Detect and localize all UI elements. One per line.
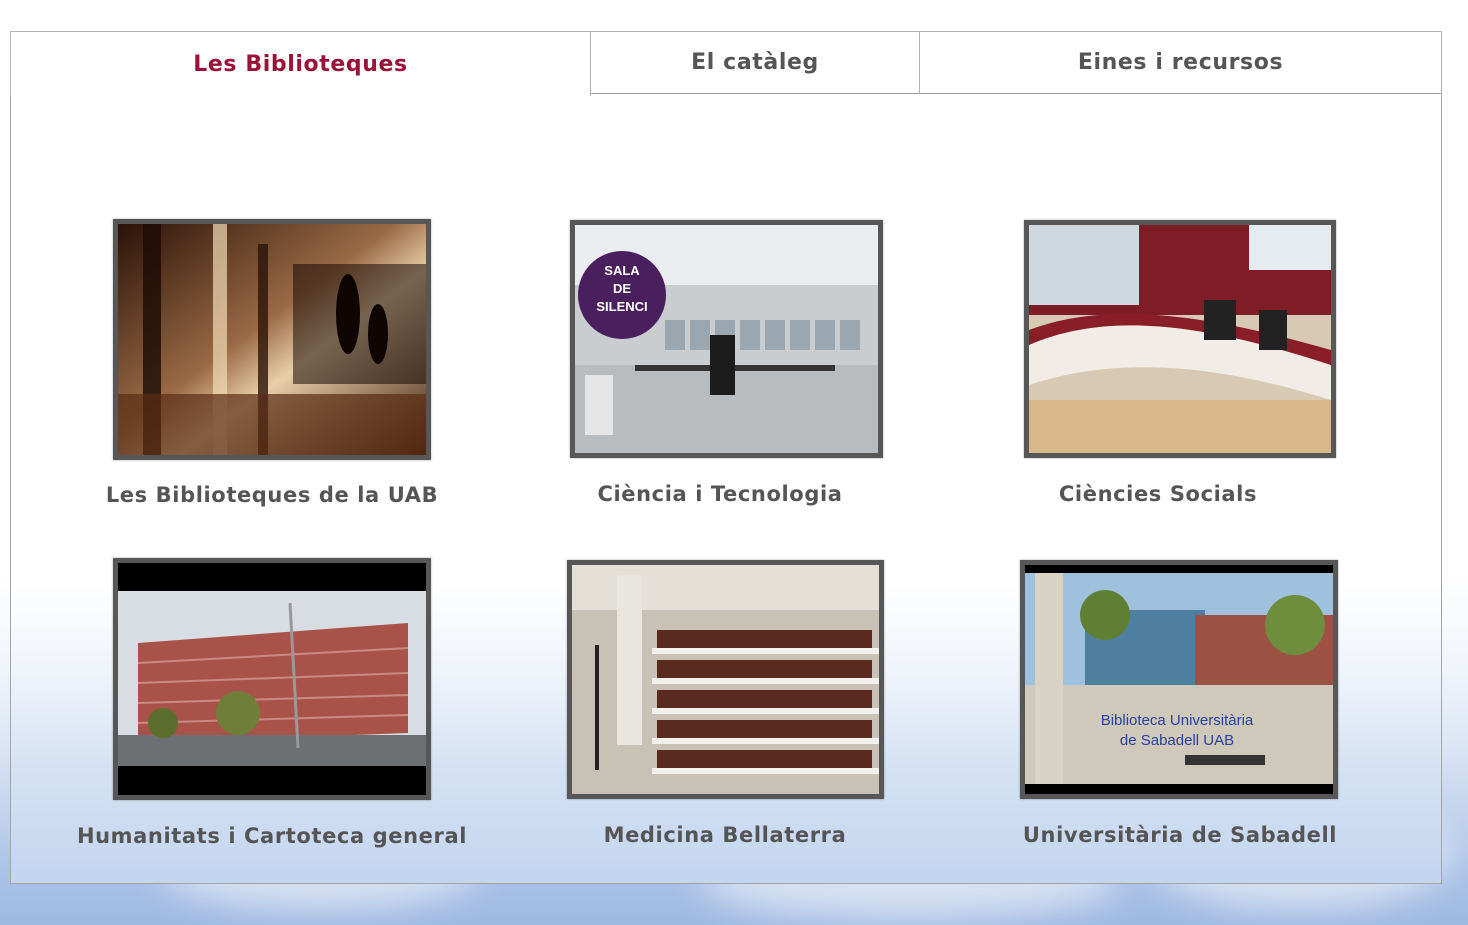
sabadell-overlay-line-2: de Sabadell UAB (1120, 732, 1234, 749)
library-caption-humanitats[interactable]: Humanitats i Cartoteca general (77, 824, 467, 848)
silence-sign-line-2: DE (613, 281, 631, 296)
library-photo-medicina[interactable] (567, 560, 884, 799)
library-photo-uab[interactable] (113, 219, 431, 460)
library-caption-ciencies-socials[interactable]: Ciències Socials (1059, 482, 1257, 506)
library-caption-ciencia-tecnologia[interactable]: Ciència i Tecnologia (597, 482, 842, 506)
silence-sign-line-3: SILENCI (596, 299, 647, 314)
silence-sign-line-1: SALA (604, 263, 640, 278)
library-photo-sabadell[interactable]: Biblioteca Universitària de Sabadell UAB (1020, 560, 1338, 799)
library-photo-ciencies-socials[interactable] (1024, 220, 1336, 458)
tab-el-cataleg[interactable]: El catàleg (590, 31, 920, 95)
library-photo-ciencia-tecnologia[interactable]: SALA DE SILENCI (570, 220, 883, 458)
library-caption-medicina[interactable]: Medicina Bellaterra (604, 823, 847, 847)
tab-les-biblioteques[interactable]: Les Biblioteques (10, 31, 591, 96)
tab-bar: Les Biblioteques El catàleg Eines i recu… (10, 31, 1442, 96)
library-caption-sabadell[interactable]: Universitària de Sabadell (1023, 823, 1337, 847)
library-photo-humanitats[interactable] (113, 558, 431, 800)
tab-eines-i-recursos[interactable]: Eines i recursos (919, 31, 1442, 95)
library-caption-uab[interactable]: Les Biblioteques de la UAB (106, 483, 438, 507)
sabadell-overlay-line-1: Biblioteca Universitària (1101, 712, 1254, 729)
